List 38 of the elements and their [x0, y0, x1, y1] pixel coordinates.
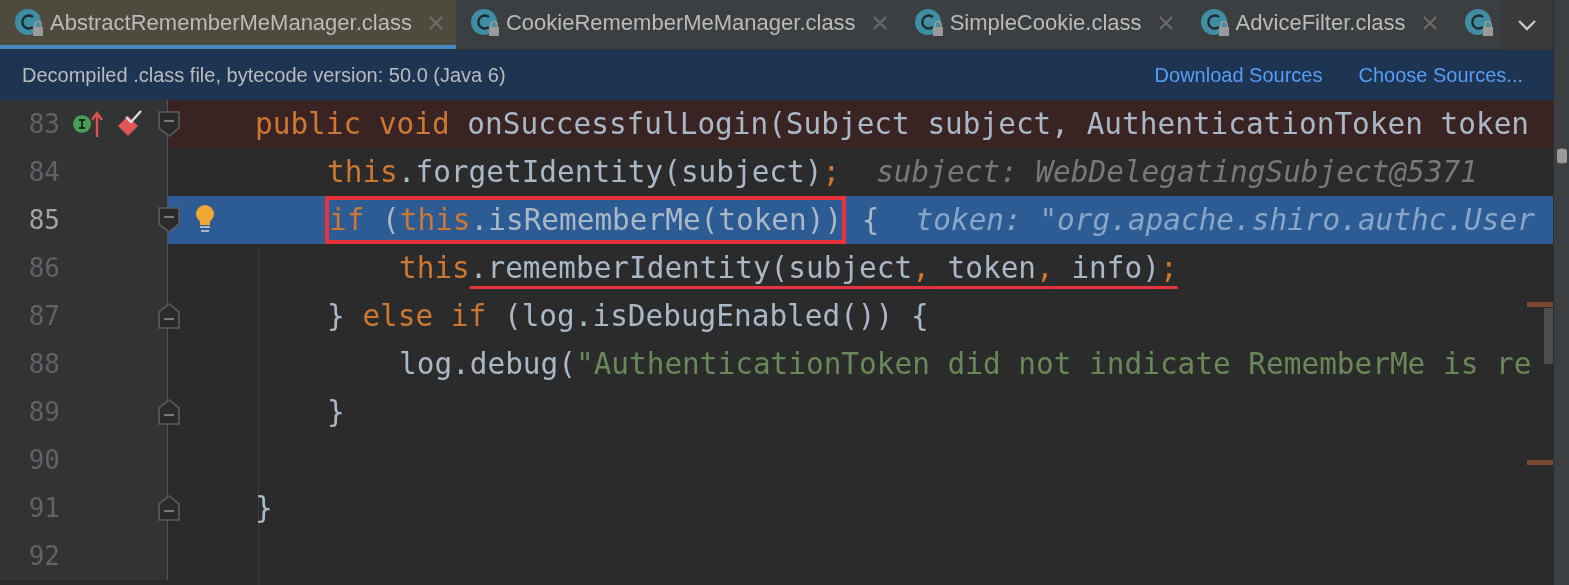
- class-file-icon: [469, 7, 500, 38]
- banner-link[interactable]: Choose Sources...: [1358, 63, 1523, 87]
- fold-marker[interactable]: [157, 398, 181, 426]
- fold-marker[interactable]: [157, 110, 181, 138]
- banner-message: Decompiled .class file, bytecode version: 50.0 (Java 6): [22, 63, 506, 87]
- code-text: log.debug("AuthenticationToken did not indicate RememberMe is re: [399, 346, 1532, 383]
- fold-marker[interactable]: [157, 302, 181, 330]
- class-file-icon: [1463, 7, 1494, 38]
- close-icon[interactable]: [427, 14, 444, 31]
- editor-tab[interactable]: CookieRememberMeManager.class: [455, 0, 900, 49]
- fold-marker[interactable]: [157, 494, 181, 522]
- editor-tab[interactable]: SimpleCookie.class: [899, 0, 1186, 49]
- code-text: }: [255, 490, 273, 527]
- class-file-icon: [1199, 7, 1230, 38]
- editor-tab[interactable]: AbstractRememberMeManager.class: [0, 0, 456, 49]
- line-number: 85: [27, 205, 60, 235]
- code-text: }: [327, 394, 345, 431]
- tab-list-button[interactable]: [1501, 0, 1553, 49]
- close-icon[interactable]: [1421, 14, 1438, 31]
- close-icon[interactable]: [871, 14, 888, 31]
- banner-link[interactable]: Download Sources: [1154, 63, 1323, 87]
- class-file-icon: [14, 7, 44, 38]
- inline-hint: subject: WebDelegatingSubject@5371: [876, 155, 1478, 189]
- code-text: } else if (log.isDebugEnabled()) {: [327, 298, 929, 335]
- editor-tab[interactable]: AdviceFilter.class: [1185, 0, 1450, 49]
- code-text: public void onSuccessfulLogin(Subject subject, AuthenticationToken token: [255, 106, 1530, 143]
- close-icon[interactable]: [1157, 14, 1174, 31]
- chevron-down-icon: [1517, 18, 1537, 31]
- code-text: this: [399, 250, 470, 287]
- fold-marker[interactable]: [157, 206, 181, 234]
- underlined-code: .rememberIdentity(subject, token, info);: [469, 250, 1178, 287]
- scrollbar-thumb[interactable]: [1544, 308, 1553, 364]
- code-text: {: [860, 202, 880, 239]
- database-icon[interactable]: [1555, 148, 1568, 164]
- class-file-icon: [913, 7, 944, 38]
- code-text: this.forgetIdentity(subject);: [327, 154, 841, 191]
- lightbulb-icon[interactable]: [194, 204, 216, 234]
- inline-hint: token: "org.apache.shiro.authc.User: [915, 203, 1535, 237]
